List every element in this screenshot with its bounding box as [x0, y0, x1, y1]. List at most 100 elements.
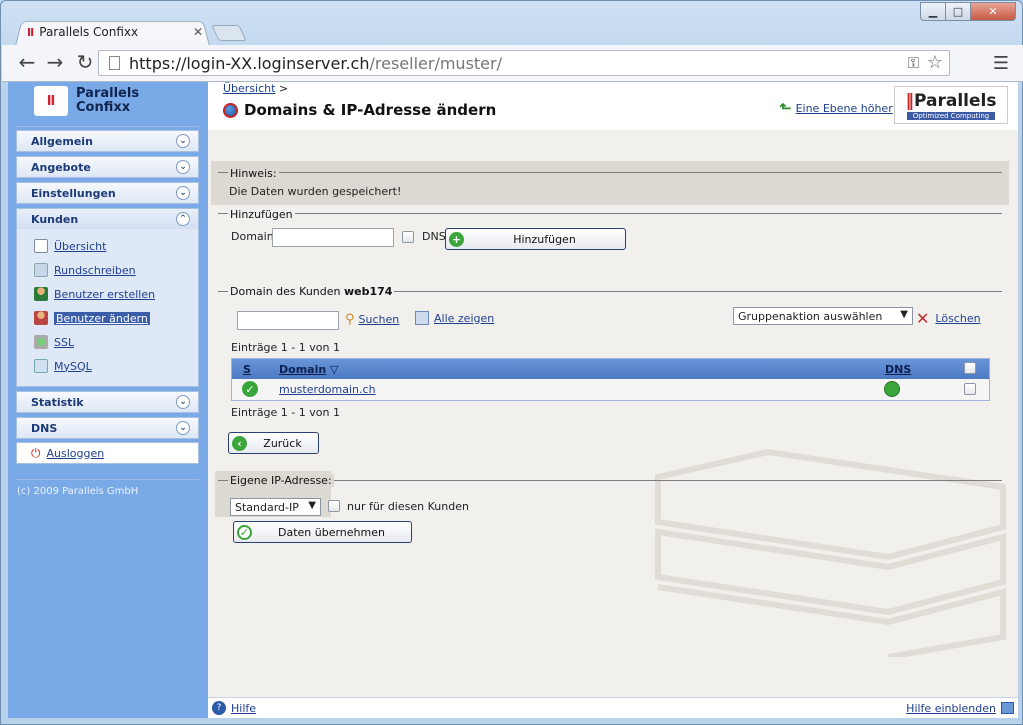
kunden-submenu: Übersicht Rundschreiben Benutzer erstell…	[16, 229, 199, 387]
only-customer-checkbox[interactable]	[328, 500, 340, 512]
menu-allgemein[interactable]: Allgemein ⌄	[16, 130, 199, 152]
column-domain-label[interactable]: Domain	[279, 363, 326, 376]
domain-title-icon	[223, 102, 238, 118]
ip-select[interactable]: Standard-IP ▼	[230, 498, 321, 516]
parallels-brand: ‖Parallels	[906, 91, 997, 111]
ip-select-value: Standard-IP	[235, 500, 299, 514]
minimize-icon[interactable]: ▁	[920, 2, 946, 21]
help-link[interactable]: Hilfe	[231, 702, 256, 715]
chevron-down-icon[interactable]: ⌄	[176, 134, 190, 148]
dns-edit-icon[interactable]	[884, 381, 900, 397]
up-level-link[interactable]: ⬑ Eine Ebene höher	[779, 99, 893, 117]
add-button[interactable]: + Hinzufügen	[445, 228, 626, 250]
only-customer-label: nur für diesen Kunden	[347, 500, 469, 513]
delete-label[interactable]: Löschen	[935, 312, 980, 325]
tab-label-group: Ⅱ Parallels Confixx	[27, 25, 138, 39]
group-action-select[interactable]: Gruppenaktion auswählen ▼	[733, 307, 913, 325]
menu-label: Einstellungen	[31, 186, 116, 200]
sidebar-item-label[interactable]: Übersicht	[54, 240, 106, 253]
sidebar-item-label[interactable]: Rundschreiben	[54, 264, 136, 277]
new-tab-button[interactable]	[211, 25, 247, 41]
add-line	[218, 213, 1002, 214]
chevron-up-icon[interactable]: ⌃	[176, 212, 190, 226]
menu-angebote[interactable]: Angebote ⌄	[16, 156, 199, 178]
search-icon: ⚲	[345, 312, 355, 327]
group-action-value: Gruppenaktion auswählen	[738, 309, 883, 323]
notice-box	[211, 161, 1009, 205]
column-status[interactable]: S	[243, 363, 251, 376]
reload-icon[interactable]: ↻	[74, 51, 96, 73]
sidebar-item-ssl[interactable]: SSL	[34, 335, 74, 349]
sidebar-item-label[interactable]: MySQL	[54, 360, 92, 373]
search-link[interactable]: ⚲ Suchen	[345, 312, 399, 327]
logout-item[interactable]: ⏻ Ausloggen	[16, 442, 199, 464]
url-host: https://login-XX.loginserver.ch	[129, 53, 370, 73]
add-button-label: Hinzufügen	[513, 232, 576, 246]
domain-input[interactable]	[272, 228, 394, 247]
select-all-checkbox[interactable]	[964, 362, 976, 374]
forward-arrow-icon[interactable]: →	[44, 51, 66, 73]
menu-kunden[interactable]: Kunden ⌃	[16, 208, 199, 230]
sidebar: Ⅱ Parallels Confixx Allgemein ⌄ Angebote ⌄ …	[8, 82, 208, 718]
newsletter-icon	[34, 263, 48, 277]
sidebar-item-label[interactable]: Benutzer ändern	[54, 311, 150, 325]
sidebar-item-mysql[interactable]: MySQL	[34, 359, 92, 373]
logo-line2: Confixx	[76, 100, 131, 115]
browser-menu-icon[interactable]: ☰	[993, 53, 1009, 74]
key-icon[interactable]: ⚿	[908, 54, 919, 72]
check-icon: ✓	[237, 524, 252, 540]
document-icon	[34, 239, 48, 253]
copyright: (c) 2009 Parallels GmbH	[17, 486, 139, 497]
add-legend: Hinzufügen	[228, 208, 295, 221]
brand-text: Parallels	[914, 90, 997, 111]
back-button[interactable]: ‹ Zurück	[228, 432, 319, 454]
menu-dns[interactable]: DNS ⌄	[16, 417, 199, 439]
help-icon[interactable]: ?	[212, 701, 226, 715]
dns-label: DNS	[422, 230, 446, 243]
sidebar-item-benutzer-erstellen[interactable]: Benutzer erstellen	[34, 287, 155, 301]
menu-statistik[interactable]: Statistik ⌄	[16, 391, 199, 413]
customer-legend-text: Domain des Kunden	[230, 285, 341, 298]
dns-checkbox[interactable]	[402, 231, 414, 243]
sidebar-item-uebersicht[interactable]: Übersicht	[34, 239, 106, 253]
back-arrow-icon[interactable]: ←	[16, 51, 38, 73]
page-icon	[109, 56, 120, 70]
breadcrumb-link[interactable]: Übersicht	[223, 82, 275, 95]
sidebar-item-label[interactable]: Benutzer erstellen	[54, 288, 155, 301]
column-domain[interactable]: Domain ▽	[279, 363, 339, 376]
chevron-down-icon[interactable]: ⌄	[176, 395, 190, 409]
chevron-down-icon[interactable]: ⌄	[176, 186, 190, 200]
ssl-icon	[34, 335, 48, 349]
page-title: Domains & IP-Adresse ändern	[223, 101, 496, 119]
domain-link[interactable]: musterdomain.ch	[279, 383, 376, 396]
apply-button[interactable]: ✓ Daten übernehmen	[233, 521, 412, 543]
help-panel-icon	[1001, 702, 1014, 714]
sidebar-item-rundschreiben[interactable]: Rundschreiben	[34, 263, 136, 277]
search-input[interactable]	[237, 311, 339, 330]
delete-link[interactable]: ✕ Löschen	[916, 309, 981, 328]
chevron-down-icon[interactable]: ⌄	[176, 421, 190, 435]
apply-button-label: Daten übernehmen	[278, 525, 385, 539]
menu-einstellungen[interactable]: Einstellungen ⌄	[16, 182, 199, 204]
bookmark-star-icon[interactable]: ☆	[927, 52, 943, 73]
show-help-label[interactable]: Hilfe einblenden	[906, 702, 996, 715]
up-level-label[interactable]: Eine Ebene höher	[796, 102, 893, 115]
show-all-label[interactable]: Alle zeigen	[434, 312, 494, 325]
search-label[interactable]: Suchen	[359, 313, 400, 326]
logout-link[interactable]: Ausloggen	[47, 447, 105, 460]
sidebar-item-benutzer-aendern[interactable]: Benutzer ändern	[34, 311, 150, 325]
tab-close-icon[interactable]: ✕	[193, 25, 203, 39]
close-window-icon[interactable]: ✕	[971, 2, 1016, 21]
chevron-down-icon[interactable]: ⌄	[176, 160, 190, 174]
show-help-link[interactable]: Hilfe einblenden	[906, 702, 1014, 715]
maximize-icon[interactable]: □	[946, 2, 971, 21]
row-checkbox[interactable]	[964, 383, 976, 395]
show-all-link[interactable]: Alle zeigen	[415, 311, 494, 325]
page-header: Übersicht > Domains & IP-Adresse ändern …	[208, 82, 1018, 130]
sidebar-item-label[interactable]: SSL	[54, 336, 74, 349]
address-bar[interactable]: https://login-XX.loginserver.ch/reseller…	[98, 50, 950, 76]
menu-label: Kunden	[31, 212, 79, 226]
tab-favicon-icon: Ⅱ	[27, 25, 35, 39]
confixx-logo-icon: Ⅱ	[34, 86, 68, 116]
column-dns[interactable]: DNS	[885, 363, 911, 376]
